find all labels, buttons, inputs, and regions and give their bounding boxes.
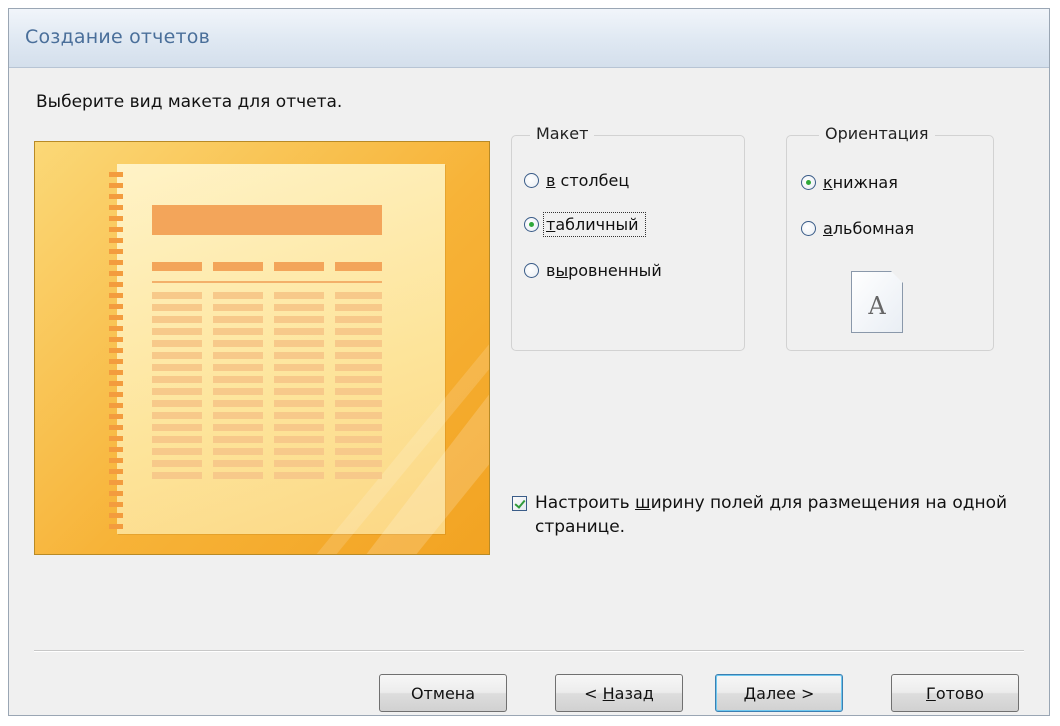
radio-tabular-label: табличный — [543, 211, 646, 237]
radio-justified[interactable]: выровненный — [524, 256, 662, 284]
radio-justified-circle[interactable] — [524, 262, 539, 278]
fit-width-label: Настроить ширину полей для размещения на… — [535, 493, 1008, 537]
instruction-text: Выберите вид макета для отчета. — [36, 92, 343, 112]
title-bar: Создание отчетов — [9, 9, 1049, 68]
layout-legend: Макет — [530, 124, 595, 143]
fit-width-checkbox-row[interactable]: Настроить ширину полей для размещения на… — [512, 491, 1032, 539]
layout-groupbox: Макет в столбец табличный выровненный — [511, 124, 745, 351]
orientation-legend: Ориентация — [819, 124, 935, 143]
cancel-button-label: Отмена — [410, 683, 476, 703]
radio-justified-label: выровненный — [546, 260, 662, 280]
page-corner-fold — [891, 271, 903, 283]
radio-columnar-circle[interactable] — [524, 172, 539, 188]
next-button-label: Далее > — [743, 683, 815, 703]
back-button[interactable]: < Назад — [555, 674, 683, 712]
radio-portrait-circle[interactable] — [801, 174, 816, 190]
back-button-label: < Назад — [584, 683, 654, 703]
fit-width-checkbox[interactable] — [512, 496, 527, 511]
layout-preview-image — [34, 141, 490, 555]
finish-button-label: Готово — [926, 683, 984, 703]
page-icon-letter: A — [868, 292, 886, 320]
radio-portrait-label: книжная — [823, 172, 898, 192]
radio-landscape-label: альбомная — [823, 218, 915, 238]
radio-columnar-label: в столбец — [546, 170, 630, 190]
finish-button[interactable]: Готово — [891, 674, 1019, 712]
radio-landscape-circle[interactable] — [801, 220, 816, 236]
portrait-page-icon: A — [851, 271, 903, 333]
radio-columnar[interactable]: в столбец — [524, 166, 629, 194]
report-wizard-dialog: Создание отчетов Выберите вид макета для… — [8, 8, 1050, 716]
radio-tabular-circle[interactable] — [524, 216, 539, 232]
footer-separator — [34, 650, 1024, 652]
preview-illustration — [109, 172, 489, 554]
next-button[interactable]: Далее > — [715, 674, 843, 712]
cancel-button[interactable]: Отмена — [379, 674, 507, 712]
radio-tabular[interactable]: табличный — [524, 210, 646, 238]
radio-landscape[interactable]: альбомная — [801, 214, 914, 242]
dialog-title: Создание отчетов — [25, 26, 210, 48]
radio-portrait[interactable]: книжная — [801, 168, 898, 196]
